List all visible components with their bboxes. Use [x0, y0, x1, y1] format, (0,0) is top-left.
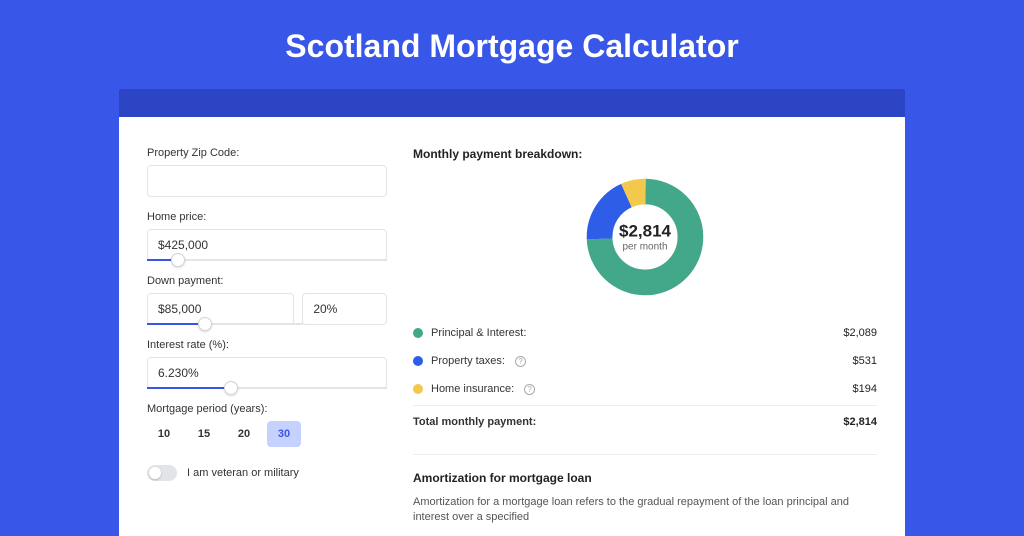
amortization-text: Amortization for a mortgage loan refers …: [413, 495, 877, 526]
home-price-label: Home price:: [147, 211, 387, 223]
zip-field: Property Zip Code:: [147, 147, 387, 197]
period-btn-30[interactable]: 30: [267, 421, 301, 447]
interest-rate-label: Interest rate (%):: [147, 339, 387, 351]
period-btn-15[interactable]: 15: [187, 421, 221, 447]
legend-dot-icon: [413, 328, 423, 338]
donut-center-value: $2,814: [619, 222, 671, 242]
down-payment-amount-input[interactable]: [147, 293, 294, 325]
period-label: Mortgage period (years):: [147, 403, 387, 415]
legend-label: Principal & Interest:: [431, 327, 526, 339]
legend-label: Home insurance:: [431, 383, 514, 395]
period-btn-20[interactable]: 20: [227, 421, 261, 447]
zip-label: Property Zip Code:: [147, 147, 387, 159]
legend-value: $2,089: [843, 327, 877, 339]
calculator-outer-card: Property Zip Code: Home price: Down paym…: [119, 89, 905, 536]
breakdown-column: Monthly payment breakdown: $2,814 per mo…: [413, 147, 877, 526]
legend-row-taxes: Property taxes: ? $531: [413, 347, 877, 375]
amortization-section: Amortization for mortgage loan Amortizat…: [413, 454, 877, 526]
legend-row-principal: Principal & Interest: $2,089: [413, 319, 877, 347]
page-title: Scotland Mortgage Calculator: [0, 0, 1024, 89]
donut-chart: $2,814 per month: [585, 177, 705, 297]
info-icon[interactable]: ?: [515, 356, 526, 367]
down-payment-percent-input[interactable]: [302, 293, 387, 325]
info-icon[interactable]: ?: [524, 384, 535, 395]
legend-dot-icon: [413, 356, 423, 366]
amortization-title: Amortization for mortgage loan: [413, 471, 877, 485]
legend-row-insurance: Home insurance: ? $194: [413, 375, 877, 403]
total-label: Total monthly payment:: [413, 416, 536, 428]
breakdown-title: Monthly payment breakdown:: [413, 147, 877, 161]
veteran-toggle-label: I am veteran or military: [187, 467, 299, 479]
donut-center: $2,814 per month: [619, 222, 671, 253]
legend-dot-icon: [413, 384, 423, 394]
interest-rate-input[interactable]: [147, 357, 387, 389]
form-column: Property Zip Code: Home price: Down paym…: [147, 147, 387, 526]
donut-chart-wrap: $2,814 per month: [413, 177, 877, 297]
home-price-slider[interactable]: [147, 259, 387, 261]
down-payment-field: Down payment:: [147, 275, 387, 325]
toggle-knob: [149, 467, 161, 479]
veteran-toggle-row: I am veteran or military: [147, 465, 387, 481]
down-payment-label: Down payment:: [147, 275, 387, 287]
interest-rate-field: Interest rate (%):: [147, 339, 387, 389]
zip-input[interactable]: [147, 165, 387, 197]
donut-center-label: per month: [619, 242, 671, 253]
interest-rate-slider[interactable]: [147, 387, 387, 389]
legend-row-total: Total monthly payment: $2,814: [413, 405, 877, 436]
home-price-field: Home price:: [147, 211, 387, 261]
veteran-toggle[interactable]: [147, 465, 177, 481]
legend-value: $531: [853, 355, 877, 367]
legend-value: $194: [853, 383, 877, 395]
period-btn-10[interactable]: 10: [147, 421, 181, 447]
period-field: Mortgage period (years): 10 15 20 30: [147, 403, 387, 447]
calculator-card: Property Zip Code: Home price: Down paym…: [119, 117, 905, 536]
down-payment-slider[interactable]: [147, 323, 303, 325]
total-value: $2,814: [843, 416, 877, 428]
legend-label: Property taxes:: [431, 355, 505, 367]
